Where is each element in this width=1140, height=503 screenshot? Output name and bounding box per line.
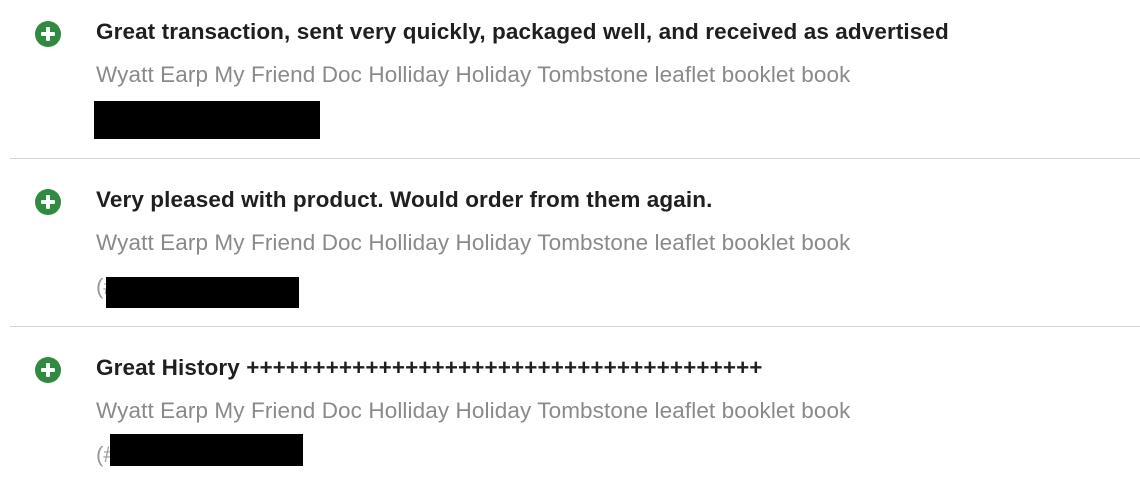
- feedback-item: Very pleased with product. Would order f…: [0, 168, 1140, 335]
- item-title-link[interactable]: Wyatt Earp My Friend Doc Holliday Holida…: [96, 231, 850, 255]
- plus-circle-icon: [35, 357, 61, 383]
- feedback-list: Great transaction, sent very quickly, pa…: [0, 0, 1140, 493]
- plus-circle-icon: [35, 21, 61, 47]
- item-title-link[interactable]: Wyatt Earp My Friend Doc Holliday Holida…: [96, 399, 850, 423]
- divider: [10, 158, 1140, 159]
- feedback-comment: Great History ++++++++++++++++++++++++++…: [96, 355, 763, 380]
- plus-circle-icon: [35, 189, 61, 215]
- feedback-comment: Very pleased with product. Would order f…: [96, 187, 713, 212]
- feedback-item: Great History ++++++++++++++++++++++++++…: [0, 336, 1140, 503]
- item-title-link[interactable]: Wyatt Earp My Friend Doc Holliday Holida…: [96, 63, 850, 87]
- redaction-bar: [110, 434, 303, 466]
- feedback-comment: Great transaction, sent very quickly, pa…: [96, 19, 949, 44]
- feedback-item: Great transaction, sent very quickly, pa…: [0, 0, 1140, 167]
- redaction-bar: [94, 101, 320, 139]
- divider: [10, 326, 1140, 327]
- redaction-bar: [106, 277, 299, 308]
